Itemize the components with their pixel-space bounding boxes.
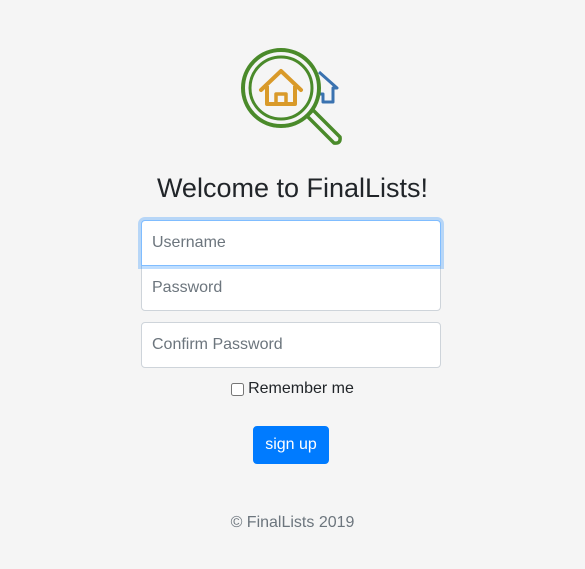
username-input[interactable] [141, 220, 441, 266]
confirm-password-input[interactable] [141, 322, 441, 368]
page-title: Welcome to FinalLists! [156, 173, 429, 203]
sign-up-button[interactable]: sign up [253, 426, 329, 464]
finallists-logo-icon [241, 48, 342, 145]
remember-me-checkbox[interactable] [231, 382, 245, 396]
footer-copyright: © FinalLists 2019 [230, 514, 355, 531]
password-input[interactable] [141, 265, 441, 311]
remember-me-label: Remember me [248, 380, 354, 397]
remember-me: Remember me [0, 380, 585, 398]
